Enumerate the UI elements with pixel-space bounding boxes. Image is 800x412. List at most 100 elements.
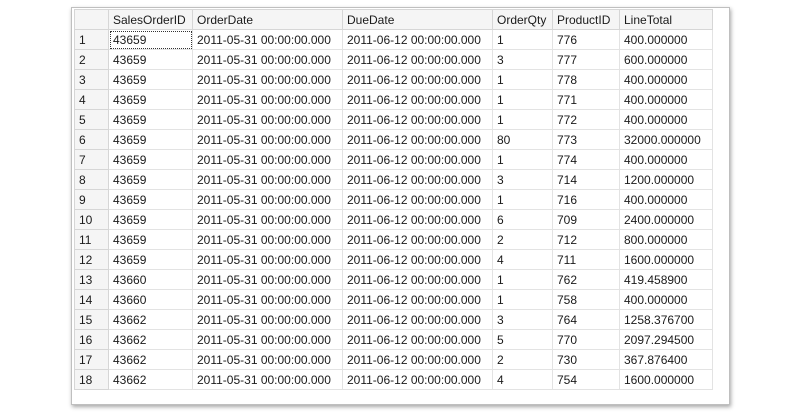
table-row[interactable]: 11 43659 2011-05-31 00:00:00.000 2011-06-12… — [74, 229, 713, 250]
grid-cell[interactable]: 758 — [552, 289, 620, 310]
row-number-cell[interactable]: 2 — [74, 49, 109, 70]
row-number-cell[interactable]: 18 — [74, 369, 109, 390]
grid-cell[interactable]: 712 — [552, 229, 620, 250]
grid-cell[interactable]: 2011-05-31 00:00:00.000 — [192, 29, 343, 50]
grid-cell[interactable]: 43659 — [108, 209, 193, 230]
grid-cell[interactable]: 6 — [492, 209, 553, 230]
grid-cell[interactable]: 43659 — [108, 189, 193, 210]
table-row[interactable]: 17 43662 2011-05-31 00:00:00.000 2011-06-12… — [74, 349, 713, 370]
table-row[interactable]: 2 43659 2011-05-31 00:00:00.000 2011-06-12 … — [74, 49, 713, 70]
grid-cell[interactable]: 2400.000000 — [619, 209, 713, 230]
grid-cell[interactable]: 772 — [552, 109, 620, 130]
grid-cell[interactable]: 1 — [492, 289, 553, 310]
grid-cell[interactable]: 2011-05-31 00:00:00.000 — [192, 169, 343, 190]
grid-cell[interactable]: 776 — [552, 29, 620, 50]
grid-cell[interactable]: 778 — [552, 69, 620, 90]
grid-cell[interactable]: 2011-05-31 00:00:00.000 — [192, 149, 343, 170]
grid-cell[interactable]: 600.000000 — [619, 49, 713, 70]
grid-cell[interactable]: 43659 — [108, 169, 193, 190]
column-header[interactable]: SalesOrderID — [108, 9, 193, 30]
grid-cell[interactable]: 754 — [552, 369, 620, 390]
table-row[interactable]: 9 43659 2011-05-31 00:00:00.000 2011-06-12 … — [74, 189, 713, 210]
grid-cell[interactable]: 777 — [552, 49, 620, 70]
grid-cell[interactable]: 2011-06-12 00:00:00.000 — [342, 289, 493, 310]
grid-cell[interactable]: 43659 — [108, 89, 193, 110]
table-row[interactable]: 4 43659 2011-05-31 00:00:00.000 2011-06-12 … — [74, 89, 713, 110]
grid-cell[interactable]: 1 — [492, 29, 553, 50]
table-row[interactable]: 8 43659 2011-05-31 00:00:00.000 2011-06-12 … — [74, 169, 713, 190]
grid-cell[interactable]: 43662 — [108, 349, 193, 370]
grid-cell[interactable]: 1 — [492, 269, 553, 290]
table-row[interactable]: 18 43662 2011-05-31 00:00:00.000 2011-06-12… — [74, 369, 713, 390]
grid-cell[interactable]: 1258.376700 — [619, 309, 713, 330]
grid-cell[interactable]: 1600.000000 — [619, 369, 713, 390]
table-row[interactable]: 1 43659 2011-05-31 00:00:00.000 2011-06-12 … — [74, 29, 713, 50]
grid-cell[interactable]: 2011-05-31 00:00:00.000 — [192, 329, 343, 350]
grid-cell[interactable]: 2011-06-12 00:00:00.000 — [342, 229, 493, 250]
grid-cell[interactable]: 43659 — [108, 69, 193, 90]
grid-cell[interactable]: 32000.000000 — [619, 129, 713, 150]
grid-cell[interactable]: 2011-06-12 00:00:00.000 — [342, 29, 493, 50]
grid-cell[interactable]: 2011-06-12 00:00:00.000 — [342, 309, 493, 330]
column-header[interactable]: DueDate — [342, 9, 493, 30]
grid-cell[interactable]: 2011-05-31 00:00:00.000 — [192, 209, 343, 230]
grid-cell[interactable]: 2011-06-12 00:00:00.000 — [342, 49, 493, 70]
grid-cell[interactable]: 709 — [552, 209, 620, 230]
grid-cell[interactable]: 400.000000 — [619, 69, 713, 90]
grid-cell[interactable]: 2011-06-12 00:00:00.000 — [342, 129, 493, 150]
grid-cell[interactable]: 2011-05-31 00:00:00.000 — [192, 69, 343, 90]
grid-cell[interactable]: 2011-05-31 00:00:00.000 — [192, 269, 343, 290]
row-number-cell[interactable]: 1 — [74, 29, 109, 50]
grid-cell[interactable]: 43659 — [108, 109, 193, 130]
grid-cell[interactable]: 400.000000 — [619, 149, 713, 170]
grid-cell[interactable]: 1600.000000 — [619, 249, 713, 270]
grid-cell[interactable]: 2011-05-31 00:00:00.000 — [192, 229, 343, 250]
grid-cell[interactable]: 773 — [552, 129, 620, 150]
grid-cell[interactable]: 2011-05-31 00:00:00.000 — [192, 109, 343, 130]
grid-cell[interactable]: 1 — [492, 189, 553, 210]
table-row[interactable]: 12 43659 2011-05-31 00:00:00.000 2011-06-12… — [74, 249, 713, 270]
grid-cell[interactable]: 43660 — [108, 269, 193, 290]
grid-cell[interactable]: 764 — [552, 309, 620, 330]
grid-cell[interactable]: 2011-06-12 00:00:00.000 — [342, 249, 493, 270]
row-number-cell[interactable]: 17 — [74, 349, 109, 370]
row-number-cell[interactable]: 9 — [74, 189, 109, 210]
grid-cell[interactable]: 2011-06-12 00:00:00.000 — [342, 329, 493, 350]
grid-cell[interactable]: 2011-06-12 00:00:00.000 — [342, 209, 493, 230]
grid-cell[interactable]: 2011-05-31 00:00:00.000 — [192, 369, 343, 390]
grid-corner-cell[interactable] — [74, 9, 109, 30]
grid-cell[interactable]: 771 — [552, 89, 620, 110]
grid-cell[interactable]: 711 — [552, 249, 620, 270]
table-row[interactable]: 5 43659 2011-05-31 00:00:00.000 2011-06-12 … — [74, 109, 713, 130]
grid-cell[interactable]: 1 — [492, 89, 553, 110]
grid-cell[interactable]: 2011-05-31 00:00:00.000 — [192, 49, 343, 70]
grid-cell[interactable]: 400.000000 — [619, 289, 713, 310]
grid-cell[interactable]: 2011-06-12 00:00:00.000 — [342, 69, 493, 90]
grid-cell[interactable]: 43659 — [108, 129, 193, 150]
grid-cell[interactable]: 2011-06-12 00:00:00.000 — [342, 189, 493, 210]
table-row[interactable]: 13 43660 2011-05-31 00:00:00.000 2011-06-12… — [74, 269, 713, 290]
table-row[interactable]: 3 43659 2011-05-31 00:00:00.000 2011-06-12 … — [74, 69, 713, 90]
grid-cell[interactable]: 2011-06-12 00:00:00.000 — [342, 109, 493, 130]
grid-cell[interactable]: 770 — [552, 329, 620, 350]
grid-cell[interactable]: 716 — [552, 189, 620, 210]
grid-cell[interactable]: 43659 — [108, 29, 193, 50]
grid-cell[interactable]: 43660 — [108, 289, 193, 310]
grid-cell[interactable]: 1 — [492, 69, 553, 90]
grid-cell[interactable]: 80 — [492, 129, 553, 150]
row-number-cell[interactable]: 11 — [74, 229, 109, 250]
grid-cell[interactable]: 43659 — [108, 49, 193, 70]
grid-cell[interactable]: 774 — [552, 149, 620, 170]
grid-cell[interactable]: 3 — [492, 49, 553, 70]
table-row[interactable]: 16 43662 2011-05-31 00:00:00.000 2011-06-12… — [74, 329, 713, 350]
grid-cell[interactable]: 3 — [492, 309, 553, 330]
grid-cell[interactable]: 762 — [552, 269, 620, 290]
grid-cell[interactable]: 400.000000 — [619, 89, 713, 110]
grid-cell[interactable]: 2011-05-31 00:00:00.000 — [192, 249, 343, 270]
grid-cell[interactable]: 714 — [552, 169, 620, 190]
grid-cell[interactable]: 5 — [492, 329, 553, 350]
grid-cell[interactable]: 367.876400 — [619, 349, 713, 370]
column-header[interactable]: LineTotal — [619, 9, 713, 30]
column-header[interactable]: ProductID — [552, 9, 620, 30]
grid-cell[interactable]: 2 — [492, 349, 553, 370]
